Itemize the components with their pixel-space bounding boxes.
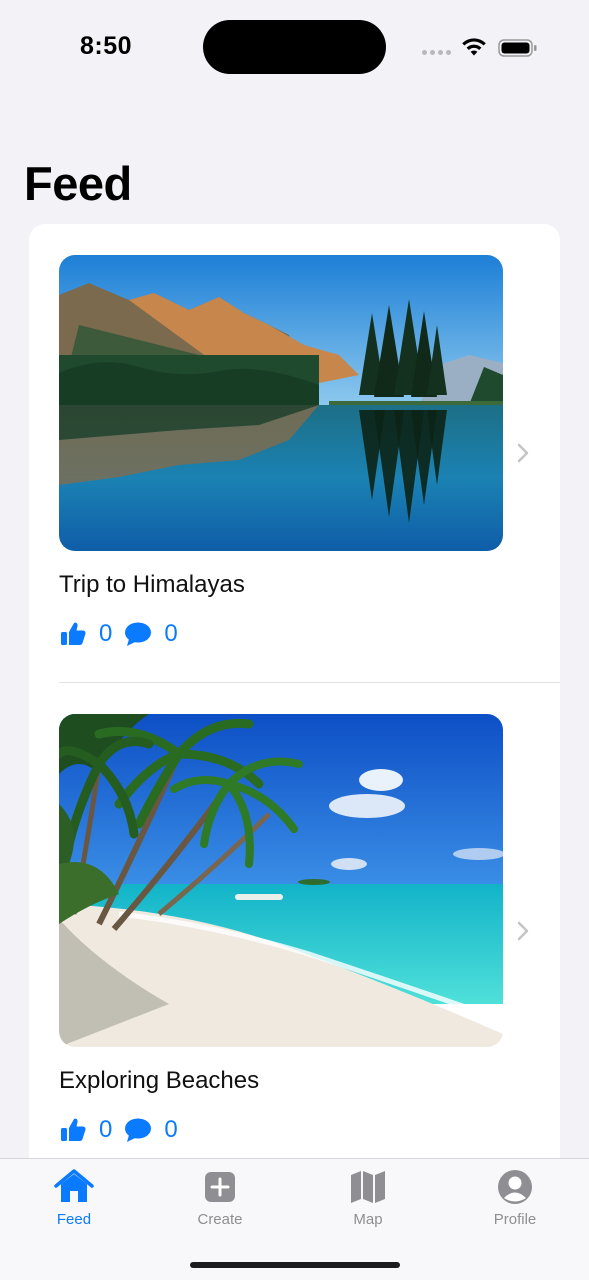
person-circle-icon (498, 1170, 532, 1204)
chevron-right-icon (517, 921, 529, 941)
wifi-icon (462, 38, 486, 56)
tab-label: Map (353, 1211, 383, 1228)
chevron-right-icon (517, 443, 529, 463)
tab-feed[interactable]: Feed (24, 1169, 124, 1228)
tab-map[interactable]: Map (318, 1169, 418, 1228)
feed-post-row[interactable]: Exploring Beaches 0 0 (29, 683, 560, 1224)
comment-count: 0 (164, 1116, 178, 1143)
post-image-mountain-lake (59, 255, 503, 551)
tab-label: Feed (56, 1211, 92, 1228)
tropical-beach-image (59, 714, 503, 1047)
post-stats: 0 0 (59, 619, 190, 649)
page-title: Feed (24, 157, 132, 210)
home-indicator[interactable] (190, 1262, 400, 1268)
post-image-tropical-beach (59, 714, 503, 1047)
like-count: 0 (99, 620, 113, 647)
post-title: Trip to Himalayas (59, 571, 245, 598)
plus-square-icon (205, 1172, 235, 1202)
tab-create[interactable]: Create (170, 1169, 270, 1228)
status-time: 8:50 (80, 32, 133, 60)
thumbs-up-icon[interactable] (59, 1116, 87, 1144)
status-bar: 8:50 (0, 0, 589, 96)
post-title: Exploring Beaches (59, 1067, 260, 1094)
post-stats: 0 0 (59, 1115, 190, 1145)
tab-label: Create (197, 1211, 243, 1228)
battery-icon (498, 39, 537, 57)
tab-profile[interactable]: Profile (465, 1169, 565, 1228)
thumbs-up-icon[interactable] (59, 620, 87, 648)
feed-post-row[interactable]: Trip to Himalayas 0 0 (29, 224, 560, 682)
comment-count: 0 (164, 620, 178, 647)
comment-icon[interactable] (124, 620, 152, 648)
map-icon (351, 1171, 385, 1203)
comment-icon[interactable] (124, 1116, 152, 1144)
tab-label: Profile (493, 1211, 537, 1228)
mountain-lake-image (59, 255, 503, 551)
cellular-signal-icon (422, 50, 451, 55)
like-count: 0 (99, 1116, 113, 1143)
house-icon (54, 1169, 94, 1202)
dynamic-island (203, 20, 386, 74)
feed-list: Trip to Himalayas 0 0 Exploring Beaches … (29, 224, 560, 1224)
